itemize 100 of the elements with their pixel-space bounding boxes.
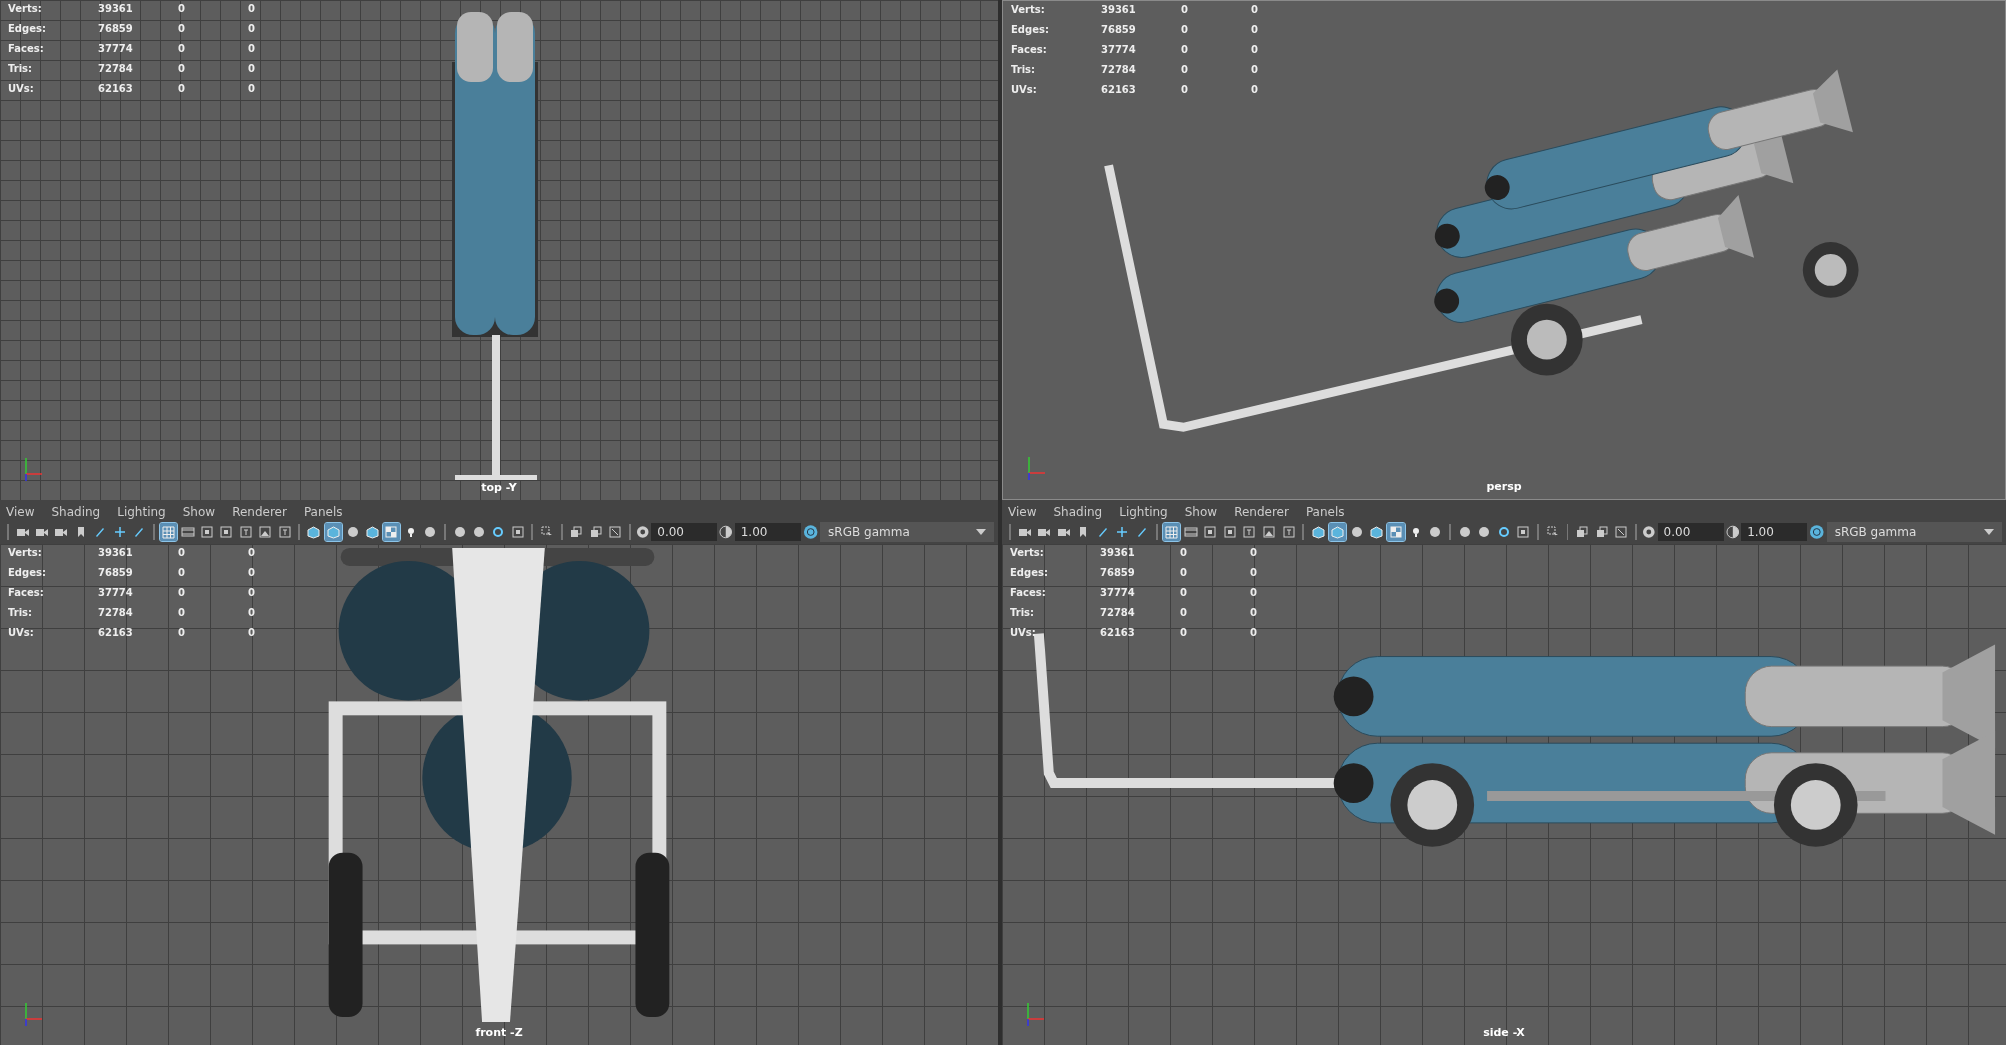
viewport[interactable]: Verts: 39361 0 0 Edges: 76859 0 0 Faces: 37774 0 0 Tris: 72784 0 0 UVs: 62163 0 0 persp — [1002, 0, 2006, 500]
bookmark-icon — [1078, 526, 1089, 538]
viewport[interactable]: Verts: 39361 0 0 Edges: 76859 0 0 Faces: 37774 0 0 Tris: 72784 0 0 UVs: 62163 0 0 front -Z — [0, 544, 998, 1045]
menu-item[interactable]: Show — [182, 505, 216, 519]
grid-icon — [1164, 525, 1178, 539]
menu-item[interactable]: Lighting — [1119, 505, 1168, 519]
stat-value: 0 — [1181, 83, 1189, 97]
sphere-icon — [453, 526, 466, 538]
menu-item[interactable]: View — [1008, 505, 1037, 519]
menu-item[interactable]: Panels — [303, 505, 343, 519]
toolbar-button[interactable] — [305, 523, 323, 541]
square-icon — [220, 526, 233, 538]
stat-value: 76859 — [98, 566, 134, 580]
stat-value: 76859 — [1101, 23, 1137, 37]
frame-icon — [1243, 526, 1256, 538]
menu-item[interactable]: Lighting — [117, 505, 166, 519]
stat-value: 0 — [178, 2, 186, 16]
image-icon — [259, 526, 272, 538]
caret-icon — [1983, 529, 1994, 535]
resize-icon — [609, 526, 622, 538]
caret-icon — [975, 529, 986, 535]
pen-icon — [132, 526, 145, 538]
menu-item[interactable]: Renderer — [232, 505, 287, 519]
viewport[interactable]: Verts: 39361 0 0 Edges: 76859 0 0 Faces: 37774 0 0 Tris: 72784 0 0 UVs: 62163 0 0 top -Y — [0, 0, 998, 500]
toolbar-button[interactable] — [256, 523, 274, 541]
camera-label: top -Y — [481, 481, 517, 494]
square-icon — [1517, 526, 1530, 538]
stat-value: 0 — [178, 606, 186, 620]
exposure-field[interactable]: 0.00 — [651, 523, 718, 541]
camera-icon — [1037, 526, 1052, 538]
toolbar-button[interactable] — [606, 523, 624, 541]
square-icon — [1223, 526, 1236, 538]
menu-item[interactable]: Renderer — [1234, 505, 1289, 519]
stat-value: 0 — [248, 566, 256, 580]
toolbar-button[interactable] — [1221, 523, 1239, 541]
contrast-icon — [719, 525, 733, 539]
grid-icon — [161, 525, 175, 539]
menu-item[interactable]: Shading — [51, 505, 101, 519]
stat-value: 0 — [178, 62, 186, 76]
select-icon — [541, 526, 554, 538]
stat-value: 0 — [1181, 23, 1189, 37]
aperture-icon — [635, 525, 650, 539]
gamma-field[interactable]: 1.00 — [1741, 523, 1808, 541]
exposure-field[interactable]: 0.00 — [1657, 523, 1724, 541]
toolbar-button[interactable] — [509, 523, 527, 541]
toolbar-button[interactable] — [1309, 523, 1327, 541]
camera-label: front -Z — [475, 1026, 523, 1039]
stat-label: Tris: — [8, 606, 34, 620]
toolbar-button[interactable] — [1260, 523, 1278, 541]
stat-value: 0 — [248, 42, 256, 56]
stat-label: Verts: — [1010, 546, 1045, 560]
stat-value: 0 — [178, 626, 186, 640]
stat-value: 0 — [1251, 23, 1259, 37]
stat-value: 72784 — [1100, 606, 1136, 620]
square-icon — [201, 526, 214, 538]
stat-value: 0 — [1250, 546, 1258, 560]
stat-label: UVs: — [8, 626, 35, 640]
viewport[interactable]: Verts: 39361 0 0 Edges: 76859 0 0 Faces: 37774 0 0 Tris: 72784 0 0 UVs: 62163 0 0 side -X — [1002, 544, 2006, 1045]
stat-value: 37774 — [1100, 586, 1136, 600]
stat-label: Verts: — [1011, 3, 1046, 17]
stat-value: 0 — [248, 22, 256, 36]
film-gate-icon — [180, 526, 195, 538]
camera-icon — [35, 526, 49, 538]
colorspace-dropdown[interactable]: sRGB gamma — [820, 522, 994, 542]
menu-item[interactable]: Panels — [1305, 505, 1345, 519]
menu-item[interactable]: Shading — [1053, 505, 1103, 519]
stat-value: 0 — [1250, 626, 1258, 640]
stat-value: 76859 — [1100, 566, 1136, 580]
toolbar-button[interactable] — [363, 523, 381, 541]
stat-value: 0 — [1180, 566, 1188, 580]
stat-value: 0 — [1250, 586, 1258, 600]
toolbar-button[interactable] — [1367, 523, 1386, 541]
stat-value: 39361 — [1100, 546, 1136, 560]
stat-value: 0 — [248, 586, 256, 600]
move-icon — [1116, 526, 1129, 538]
pen-icon — [1096, 526, 1109, 538]
stat-value: 0 — [1180, 606, 1188, 620]
menu-item[interactable]: View — [6, 505, 35, 519]
ring-icon — [1497, 526, 1510, 538]
colorspace-dropdown[interactable]: sRGB gamma — [1826, 522, 2002, 542]
stat-label: Tris: — [1011, 63, 1037, 77]
stat-value: 37774 — [98, 586, 134, 600]
stat-value: 0 — [178, 22, 186, 36]
stat-label: Edges: — [1011, 23, 1050, 37]
color-management-icon — [802, 524, 819, 540]
gamma-field[interactable]: 1.00 — [734, 523, 801, 541]
stat-label: Edges: — [8, 566, 47, 580]
cube-icon — [307, 525, 321, 539]
contrast-icon — [1725, 525, 1740, 539]
stat-value: 0 — [1251, 63, 1259, 77]
frame-icon — [1282, 526, 1295, 538]
camera-icon — [15, 526, 30, 538]
stat-value: 0 — [1250, 606, 1258, 620]
stat-value: 0 — [1180, 546, 1188, 560]
menu-item[interactable]: Show — [1184, 505, 1218, 519]
stat-label: Verts: — [8, 2, 43, 16]
cube-icon — [365, 525, 379, 539]
stat-value: 72784 — [1101, 63, 1137, 77]
film-gate-icon — [1183, 526, 1198, 538]
toolbar-button[interactable] — [198, 523, 216, 541]
